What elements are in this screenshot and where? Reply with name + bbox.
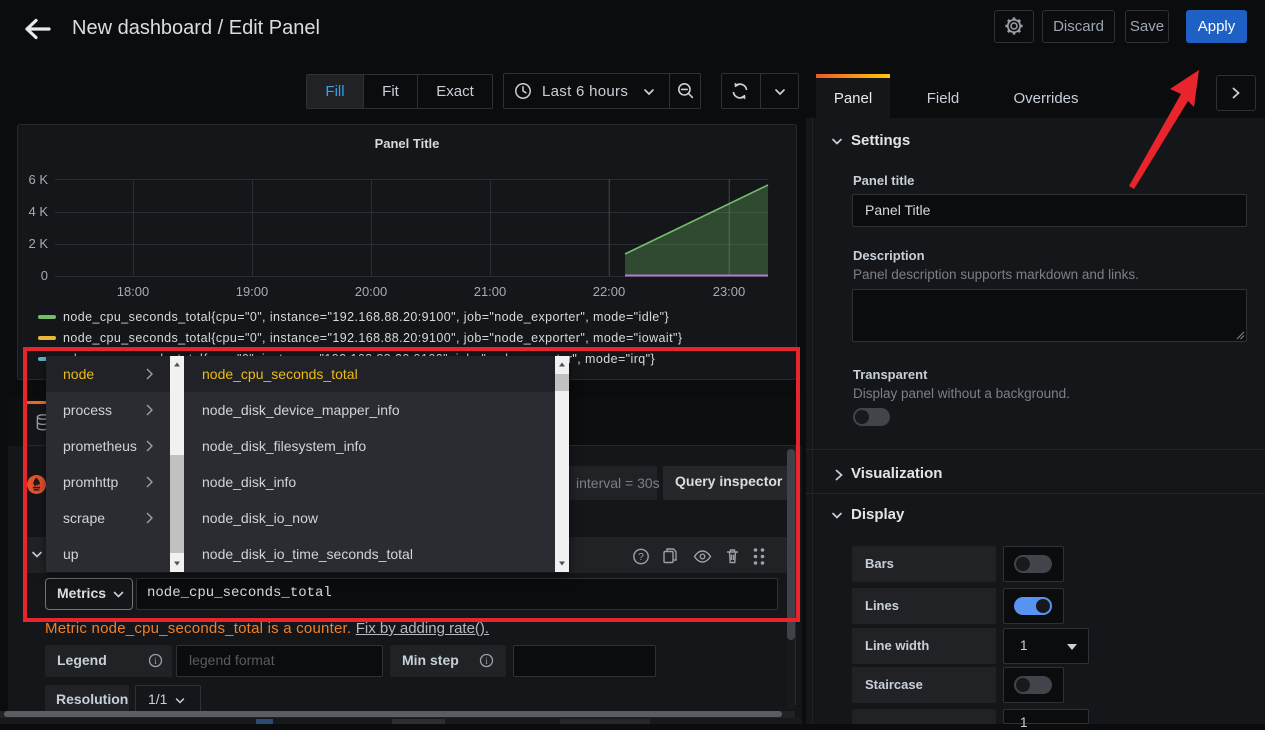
svg-text:21:00: 21:00 [474, 284, 507, 299]
svg-text:19:00: 19:00 [236, 284, 269, 299]
svg-text:20:00: 20:00 [355, 284, 388, 299]
svg-text:2 K: 2 K [28, 236, 48, 251]
svg-text:23:00: 23:00 [713, 284, 746, 299]
svg-text:0: 0 [41, 268, 48, 283]
svg-text:4 K: 4 K [28, 204, 48, 219]
svg-text:i: i [154, 656, 157, 666]
svg-text:i: i [485, 656, 488, 666]
svg-text:18:00: 18:00 [117, 284, 150, 299]
svg-text:6 K: 6 K [28, 172, 48, 187]
svg-text:22:00: 22:00 [593, 284, 626, 299]
